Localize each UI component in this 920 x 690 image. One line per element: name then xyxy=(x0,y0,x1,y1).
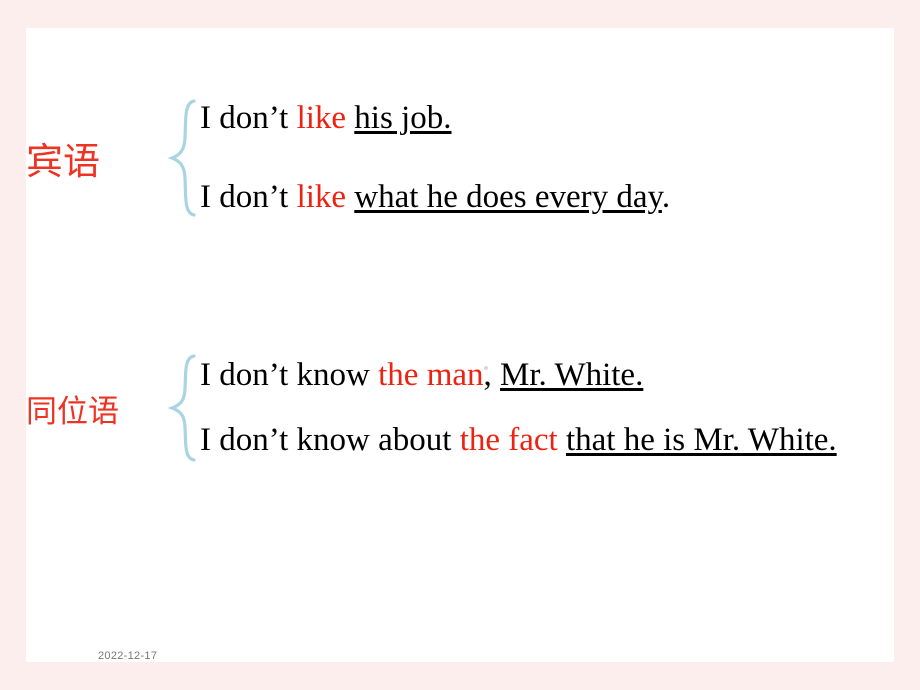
sentence-line: I don’t like his job. xyxy=(200,101,670,136)
sentence-highlight: the man xyxy=(378,357,484,394)
sentence-highlight: the fact xyxy=(459,422,558,458)
label-appositive-clause: 同位语 xyxy=(26,393,119,430)
brace-icon xyxy=(166,353,200,463)
sentence-highlight: like xyxy=(296,179,347,215)
sentence-line: I don’t know about the fact that he is M… xyxy=(200,423,837,458)
sentence-tail: . xyxy=(661,179,671,215)
sentence-pre: I don’t xyxy=(200,100,297,137)
sentence-pre: I don’t xyxy=(200,179,297,215)
slide-date: 2022-12-17 xyxy=(98,650,158,662)
sentence-pre: I don’t know xyxy=(200,357,379,394)
sentence-mid xyxy=(558,422,566,458)
sentence-underlined: Mr. White. xyxy=(500,357,644,394)
sentence-pre: I don’t know about xyxy=(200,422,460,458)
brace-icon xyxy=(166,98,200,218)
sentence-mid: , xyxy=(483,357,501,394)
sentence-line: I don’t know the man, Mr. White. xyxy=(200,358,837,393)
sentence-list-2: I don’t know the man, Mr. White. I don’t… xyxy=(200,358,837,457)
sentence-underlined: what he does every day xyxy=(354,179,662,215)
sentence-list-1: I don’t like his job. I don’t like what … xyxy=(200,101,670,214)
slide-canvas: 宾语 I don’t like his job. I don’t like wh… xyxy=(26,28,894,662)
sentence-highlight: like xyxy=(296,100,347,137)
group-object-clause: 宾语 I don’t like his job. I don’t like wh… xyxy=(26,98,670,218)
group-appositive-clause: 同位语 I don’t know the man, Mr. White. I d… xyxy=(26,353,837,463)
sentence-underlined: his job. xyxy=(354,100,452,137)
sentence-underlined: that he is Mr. White. xyxy=(565,422,837,458)
label-object-clause: 宾语 xyxy=(26,140,100,183)
sentence-line: I don’t like what he does every day. xyxy=(200,180,670,215)
